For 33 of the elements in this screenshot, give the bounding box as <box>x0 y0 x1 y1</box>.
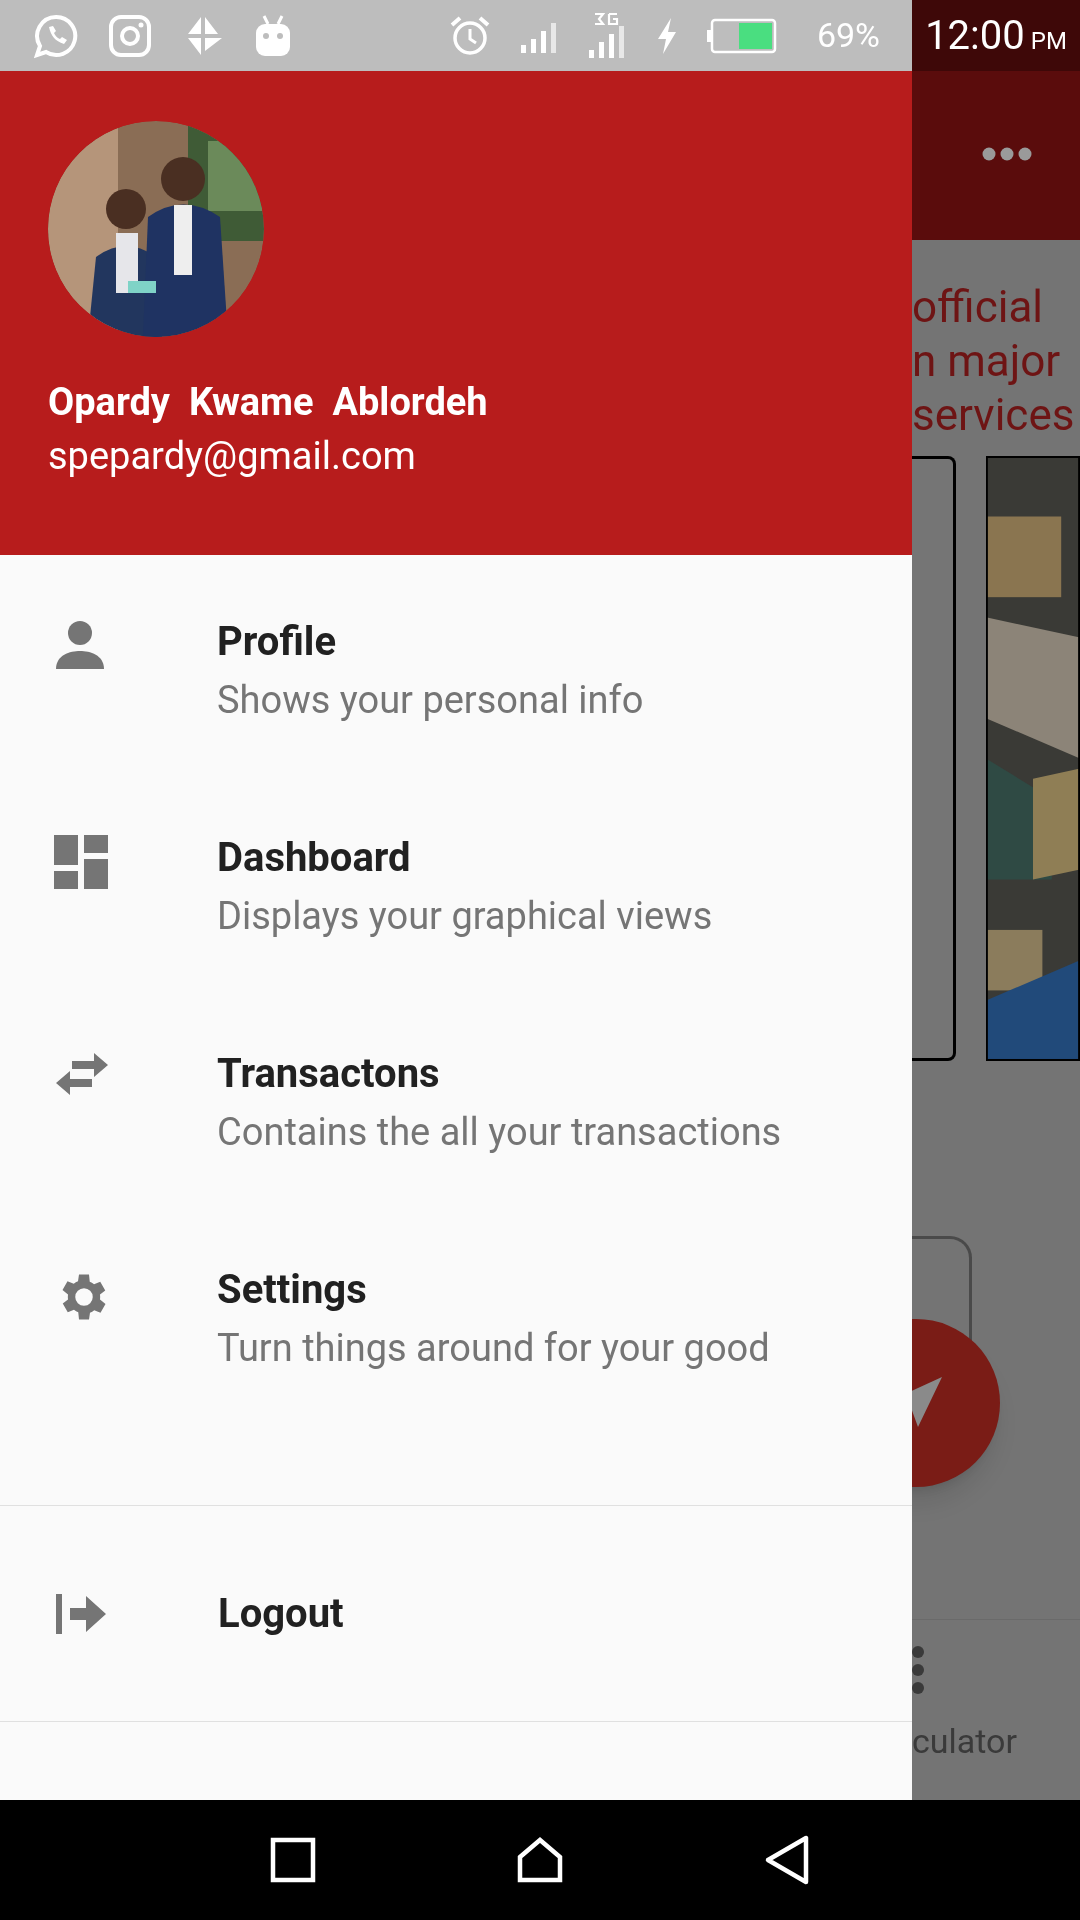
back-icon[interactable] <box>764 1834 810 1886</box>
recents-icon[interactable] <box>270 1837 316 1883</box>
clock-period: PM <box>1030 25 1067 57</box>
menu-item-subtitle: Contains the all your transactions <box>217 1109 782 1156</box>
more-vertical-icon <box>912 1646 926 1694</box>
alarm-clock-icon <box>448 14 491 57</box>
drawer-menu-item[interactable]: Profile Shows your personal info <box>0 609 912 825</box>
robot-icon <box>254 13 292 58</box>
dashboard-icon <box>54 835 108 889</box>
drawer-menu-item[interactable]: Transactons Contains the all your transactions <box>0 1041 912 1257</box>
more-options-icon[interactable] <box>982 147 1032 161</box>
person-icon <box>54 619 106 671</box>
drawer-menu-item[interactable]: Settings Turn things around for your good <box>0 1257 912 1473</box>
user-email: spepardy@gmail.com <box>48 432 417 480</box>
home-icon[interactable] <box>516 1837 564 1883</box>
menu-item-title: Profile <box>217 617 337 667</box>
battery-icon <box>706 17 777 54</box>
battery-percentage: 69% <box>816 14 880 57</box>
menu-item-subtitle: Shows your personal info <box>217 677 644 724</box>
logout-icon <box>54 1591 108 1636</box>
user-name: Opardy Kwame Ablordeh <box>48 379 489 426</box>
menu-item-title: Transactons <box>217 1049 441 1099</box>
logout-menu-item[interactable]: Logout <box>0 1506 912 1721</box>
menu-item-subtitle: Displays your graphical views <box>217 893 713 940</box>
clock-time: 12:00 <box>925 10 1025 61</box>
menu-item-title: Settings <box>217 1265 368 1315</box>
menu-item-title: Dashboard <box>217 833 412 883</box>
camera-icon <box>108 13 152 58</box>
headline-text: official n major services <box>912 280 1076 442</box>
menu-item-subtitle: Turn things around for your good <box>217 1325 770 1372</box>
swap-arrows-icon <box>54 1051 110 1097</box>
drawer-menu-item[interactable]: Dashboard Displays your graphical views <box>0 825 912 1041</box>
mobile-data-signal-icon <box>586 11 627 60</box>
